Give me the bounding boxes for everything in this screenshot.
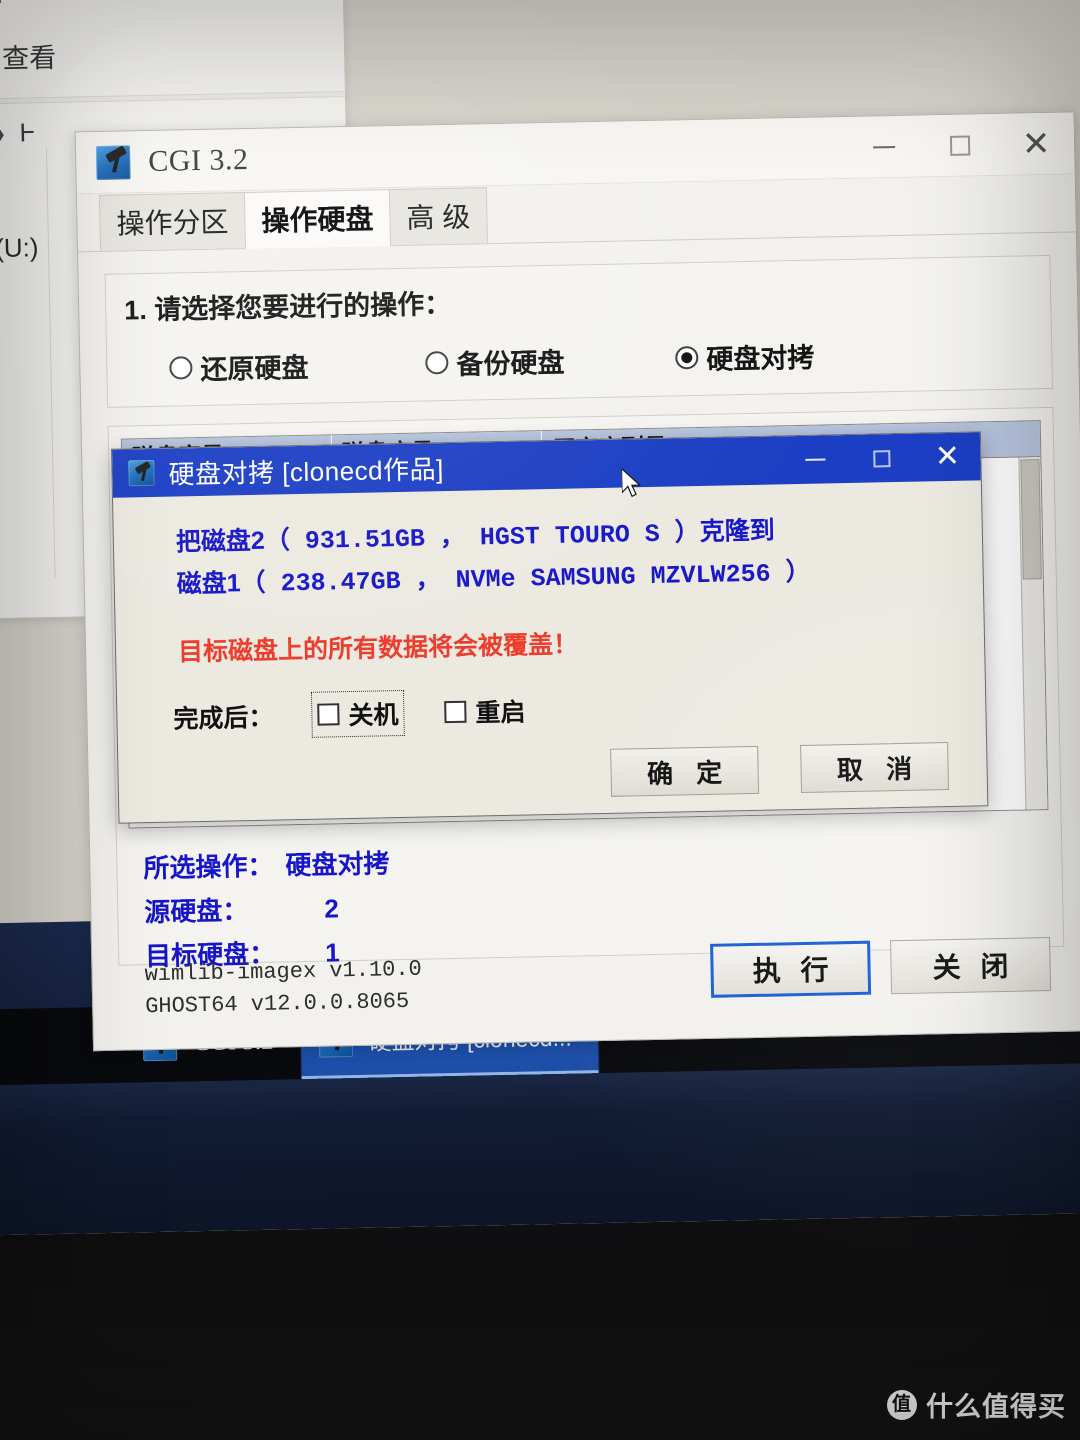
explorer-nav-tree[interactable]: :) 具箱 (U:) (X:) [0,172,40,324]
overwrite-warning-text: 目标磁盘上的所有数据将会被覆盖！ [177,630,579,667]
clone-confirm-dialog[interactable]: 硬盘对拷 [clonecd作品] ✕ 把磁盘2（ 931.51GB ， HGST… [111,431,989,824]
list-item[interactable]: :) [0,172,38,224]
dialog-body: 把磁盘2（ 931.51GB ， HGST TOURO S ）克隆到 磁盘1（ … [113,480,987,823]
minimize-icon[interactable] [782,435,849,484]
radio-indicator-icon [425,350,449,375]
version-line-ghost: GHOST64 v12.0.0.8065 [144,988,410,1020]
target-disk-detail: （ 238.47GB ， NVMe SAMSUNG MZVLW256 ） [240,558,811,600]
summary-operation-label: 所选操作： [143,850,274,884]
close-button[interactable]: 关 闭 [890,937,1052,995]
radio-indicator-icon [675,345,699,370]
clone-to-label: 克隆到 [699,516,776,546]
operation-select-group: 1. 请选择您要进行的操作： 还原硬盘 备份硬盘 硬盘对拷 [104,254,1054,408]
explorer-title: 电脑 [0,0,343,10]
scrollbar-thumb[interactable] [1020,459,1042,580]
chevron-right-icon: ❯ [0,117,8,149]
tab-advanced[interactable]: 高 级 [388,187,488,246]
close-icon[interactable]: ✕ [914,432,981,481]
watermark-badge-icon: 值 [887,1389,917,1420]
summary-source-label: 源硬盘： [144,895,249,928]
radio-label: 硬盘对拷 [706,342,815,375]
radio-indicator-icon [169,356,193,380]
tab-partition-ops[interactable]: 操作分区 [98,192,247,251]
radio-disk-clone[interactable]: 硬盘对拷 [675,333,926,377]
list-item[interactable]: (X:) [0,272,40,324]
site-watermark: 值 什么值得买 [887,1385,1066,1424]
breadcrumb-label: Ⱶ [19,117,35,148]
radio-label: 还原硬盘 [200,352,309,385]
screen-content: CGI 3.2 硬盘对拷 [clonecd... 电脑 查看 ❯ Ⱶ [0,0,1080,1236]
maximize-icon[interactable] [921,113,998,177]
radio-label: 备份硬盘 [456,347,565,380]
minimize-icon[interactable] [845,115,922,179]
checkbox-reboot[interactable]: 重启 [444,693,526,731]
cgi-window-buttons: ✕ [845,112,1074,179]
cgi-app-icon [128,459,155,487]
cancel-button[interactable]: 取 消 [800,742,950,794]
maximize-icon[interactable] [848,434,915,483]
radio-restore-disk[interactable]: 还原硬盘 [125,343,426,388]
execute-button[interactable]: 执 行 [710,940,872,998]
mouse-cursor [621,468,642,498]
cgi-footer: wimlib-imagex v1.10.0 GHOST64 v12.0.0.80… [92,922,1080,1050]
checkbox-label: 关机 [348,701,399,731]
checkbox-label: 重启 [475,698,526,728]
checkbox-shutdown[interactable]: 关机 [310,689,405,738]
summary-operation-value: 硬盘对拷 [285,848,390,881]
cgi-window-title: CGI 3.2 [147,142,249,178]
source-disk-label: 把磁盘2 [175,526,266,557]
after-completion-label: 完成后： [173,703,274,734]
operation-group-label: 1. 请选择您要进行的操作： [123,288,452,326]
tab-disk-ops[interactable]: 操作硬盘 [243,189,392,250]
cgi-app-icon [95,144,131,180]
dialog-button-row: 确 定 取 消 [610,742,950,797]
summary-operation-row: 所选操作： 硬盘对拷 [143,841,390,890]
explorer-pane-divider [45,148,56,578]
operation-radio-row: 还原硬盘 备份硬盘 硬盘对拷 [125,331,1034,388]
close-icon[interactable]: ✕ [997,112,1074,176]
checkbox-indicator-icon [444,700,467,724]
radio-backup-disk[interactable]: 备份硬盘 [425,338,676,382]
after-completion-row: 完成后： 关机 重启 [117,682,986,738]
dialog-title: 硬盘对拷 [clonecd作品] [168,453,445,490]
confirm-button[interactable]: 确 定 [610,745,760,797]
watermark-text: 什么值得买 [926,1392,1066,1422]
summary-source-value: 2 [323,893,340,924]
checkbox-indicator-icon [317,703,340,726]
list-item[interactable]: 具箱 (U:) [0,222,39,274]
version-info: wimlib-imagex v1.10.0 GHOST64 v12.0.0.80… [144,954,422,1024]
photo-of-screen: DELL 值 什么值得买 CGI 3.2 硬盘对拷 [clonecd... 电脑… [0,0,1080,1440]
dialog-window-buttons: ✕ [782,432,981,484]
source-disk-detail: （ 931.51GB ， HGST TOURO S ） [264,518,701,557]
explorer-menu-view[interactable]: 查看 [0,30,344,77]
target-disk-label: 磁盘1 [176,569,241,599]
summary-source-row: 源硬盘： 2 [144,885,391,934]
